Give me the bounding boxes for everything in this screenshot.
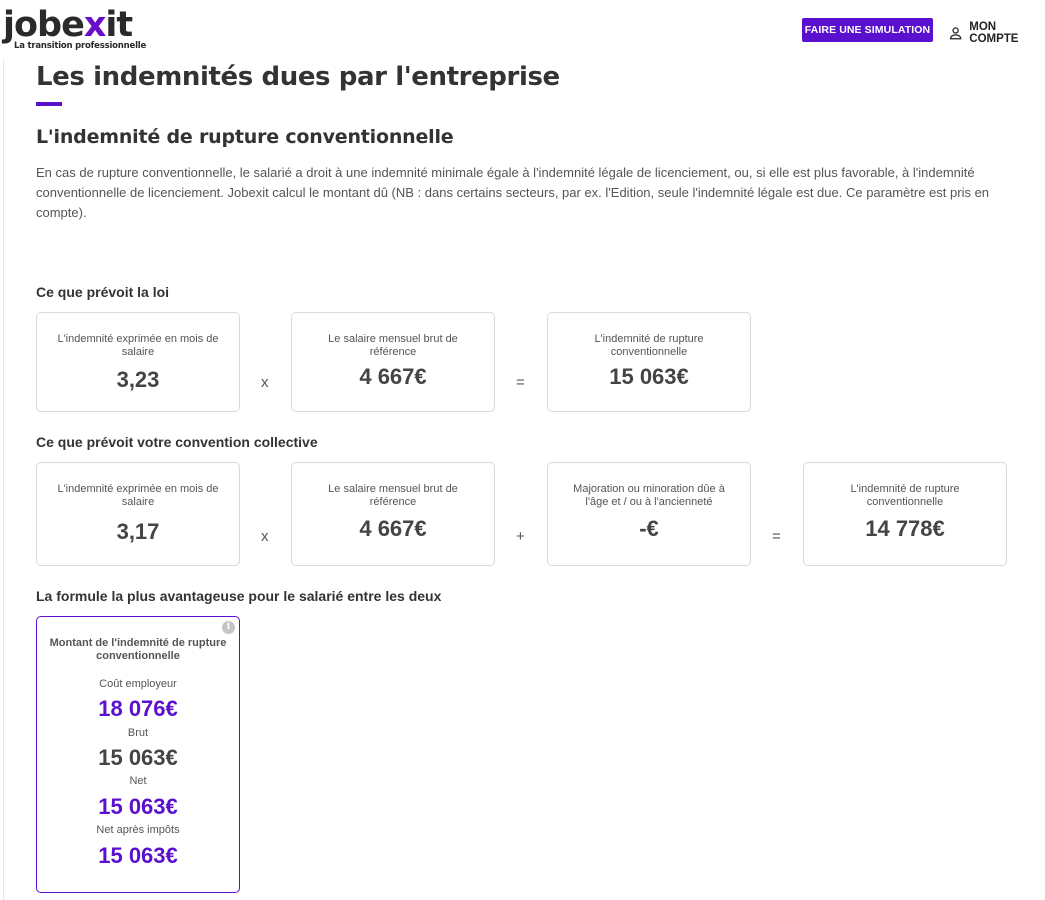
result-card-title: Montant de l'indemnité de rupture conven… <box>49 637 227 662</box>
law-equals-operator: = <box>516 374 525 391</box>
law-multiply-operator: x <box>261 374 269 391</box>
convention-months-card: L'indemnité exprimée en mois de salaire … <box>36 462 240 566</box>
convention-plus-operator: + <box>516 528 525 545</box>
logo-text-x: x <box>83 5 107 45</box>
convention-adjust-value: -€ <box>639 516 659 541</box>
convention-result-label: L'indemnité de rupture conventionnelle <box>850 483 960 508</box>
section-title: L'indemnité de rupture conventionnelle <box>36 126 454 148</box>
account-menu[interactable]: MON COMPTE <box>948 21 1045 45</box>
title-underline <box>36 102 62 106</box>
employer-cost-label: Coût employeur <box>99 678 177 690</box>
section-description: En cas de rupture conventionnelle, le sa… <box>36 165 990 220</box>
convention-salary-card: Le salaire mensuel brut de référence 4 6… <box>291 462 495 566</box>
gross-value: 15 063€ <box>98 745 178 770</box>
convention-equals-operator: = <box>772 528 781 545</box>
net-after-tax-value: 15 063€ <box>98 843 178 868</box>
gross-label: Brut <box>127 727 149 739</box>
convention-result-value: 14 778€ <box>865 516 945 541</box>
law-result-card: L'indemnité de rupture conventionnelle 1… <box>547 312 751 412</box>
page-divider <box>3 60 4 900</box>
convention-salary-value: 4 667€ <box>359 516 427 541</box>
law-months-card: L'indemnité exprimée en mois de salaire … <box>36 312 240 412</box>
logo-text-part-1: jobe <box>3 5 85 45</box>
top-header: jobexit La transition professionnelle FA… <box>0 0 1045 60</box>
page-title: Les indemnités dues par l'entreprise <box>36 62 560 92</box>
convention-heading: Ce que prévoit votre convention collecti… <box>36 434 318 450</box>
law-result-label: L'indemnité de rupture conventionnelle <box>594 333 704 358</box>
user-icon <box>949 27 962 40</box>
net-after-tax-label: Net après impôts <box>96 824 180 836</box>
convention-multiply-operator: x <box>261 528 269 545</box>
law-months-label: L'indemnité exprimée en mois de salaire <box>57 333 219 358</box>
convention-adjust-card: Majoration ou minoration dûe à l'âge et … <box>547 462 751 566</box>
logo-wordmark: jobexit <box>3 5 146 45</box>
net-value: 15 063€ <box>98 794 178 819</box>
best-result-card: i Montant de l'indemnité de rupture conv… <box>36 616 240 893</box>
convention-months-value: 3,17 <box>116 519 160 544</box>
convention-result-card: L'indemnité de rupture conventionnelle 1… <box>803 462 1007 566</box>
convention-salary-label: Le salaire mensuel brut de référence <box>328 483 458 508</box>
law-salary-card: Le salaire mensuel brut de référence 4 6… <box>291 312 495 412</box>
logo-text-part-2: it <box>105 5 133 45</box>
jobexit-logo[interactable]: jobexit La transition professionnelle <box>3 5 147 52</box>
account-label: MON COMPTE <box>969 21 1019 45</box>
logo-tagline: La transition professionnelle <box>14 41 147 51</box>
convention-adjust-label: Majoration ou minoration dûe à l'âge et … <box>573 483 725 508</box>
law-months-value: 3,23 <box>116 367 160 392</box>
law-result-value: 15 063€ <box>609 364 689 389</box>
law-salary-value: 4 667€ <box>359 364 427 389</box>
convention-months-label: L'indemnité exprimée en mois de salaire <box>57 483 219 508</box>
info-icon[interactable]: i <box>222 621 235 634</box>
net-label: Net <box>129 775 147 787</box>
simulation-button[interactable]: FAIRE UNE SIMULATION <box>802 18 933 42</box>
best-formula-heading: La formule la plus avantageuse pour le s… <box>36 588 442 604</box>
law-salary-label: Le salaire mensuel brut de référence <box>328 333 458 358</box>
law-heading: Ce que prévoit la loi <box>36 284 170 300</box>
employer-cost-value: 18 076€ <box>98 696 178 721</box>
